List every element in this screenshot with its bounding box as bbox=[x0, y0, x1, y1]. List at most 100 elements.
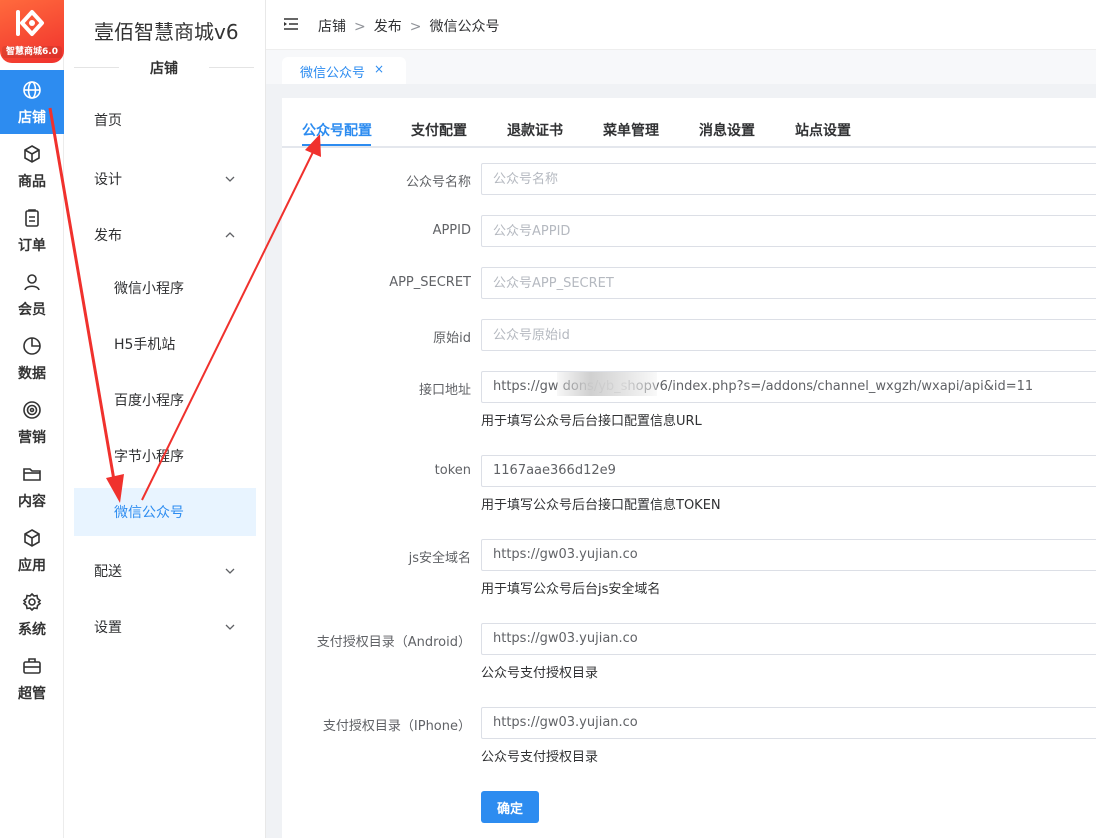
menu-item-label: 设计 bbox=[94, 172, 122, 188]
rail-item-members[interactable]: 会员 bbox=[0, 262, 64, 326]
rail-item-marketing[interactable]: 营销 bbox=[0, 390, 64, 454]
origin-id-label: 原始id bbox=[433, 331, 471, 346]
menu-item-settings[interactable]: 设置 bbox=[74, 603, 256, 651]
rail-item-label: 内容 bbox=[18, 494, 46, 510]
account-name-label: 公众号名称 bbox=[405, 175, 471, 190]
logo-tag: 智慧商城6.0 bbox=[2, 46, 62, 58]
rail-item-label: 系统 bbox=[18, 622, 46, 638]
menu-item-delivery[interactable]: 配送 bbox=[74, 547, 256, 595]
menu-section-header: 店铺 bbox=[74, 56, 254, 80]
menu-item-label: 百度小程序 bbox=[114, 393, 184, 409]
page-tab-wechat-official-account[interactable]: 微信公众号 × bbox=[282, 57, 406, 84]
menu-item-wechat-official-account[interactable]: 微信公众号 bbox=[74, 488, 256, 536]
menu-item-label: 设置 bbox=[94, 620, 122, 636]
pay-android-label: 支付授权目录（Android） bbox=[316, 635, 471, 650]
js-domain-input[interactable]: https://gw03.yujian.co bbox=[481, 539, 1096, 571]
redacted-region bbox=[557, 372, 657, 396]
js-domain-hint: 用于填写公众号后台js安全域名 bbox=[481, 582, 661, 597]
chevron-down-icon bbox=[225, 624, 235, 630]
menu-item-label: 首页 bbox=[94, 113, 122, 129]
rail-item-label: 会员 bbox=[18, 302, 46, 318]
menu-item-publish[interactable]: 发布 bbox=[74, 211, 256, 259]
pay-iphone-label: 支付授权目录（IPhone） bbox=[322, 719, 471, 734]
menu-fold-icon[interactable] bbox=[284, 18, 298, 30]
rail-item-label: 订单 bbox=[18, 238, 46, 254]
breadcrumb-item[interactable]: 发布 bbox=[374, 19, 402, 35]
menu-item-wechat-miniprogram[interactable]: 微信小程序 bbox=[74, 264, 256, 312]
breadcrumb: 店铺 > 发布 > 微信公众号 bbox=[318, 16, 499, 36]
rail-item-orders[interactable]: 订单 bbox=[0, 198, 64, 262]
rail-item-shop[interactable]: 店铺 bbox=[0, 70, 64, 134]
chevron-down-icon bbox=[225, 568, 235, 574]
menu-item-label: 配送 bbox=[94, 564, 122, 580]
rail-item-apps[interactable]: 应用 bbox=[0, 518, 64, 582]
tab-payment-config[interactable]: 支付配置 bbox=[411, 120, 467, 140]
menu-item-design[interactable]: 设计 bbox=[74, 155, 256, 203]
appid-input[interactable] bbox=[481, 215, 1096, 247]
breadcrumb-current: 微信公众号 bbox=[429, 19, 500, 35]
rail-item-data[interactable]: 数据 bbox=[0, 326, 64, 390]
pay-android-input[interactable]: https://gw03.yujian.co bbox=[481, 623, 1096, 655]
menu-section-title: 店铺 bbox=[150, 61, 178, 77]
rail-item-system[interactable]: 系统 bbox=[0, 582, 64, 646]
clipboard-icon bbox=[25, 209, 39, 227]
rail-item-goods[interactable]: 商品 bbox=[0, 134, 64, 198]
api-url-hint: 用于填写公众号后台接口配置信息URL bbox=[481, 414, 702, 429]
token-hint: 用于填写公众号后台接口配置信息TOKEN bbox=[481, 498, 721, 513]
submit-button[interactable]: 确定 bbox=[481, 791, 539, 823]
top-bar: 店铺 > 发布 > 微信公众号 bbox=[266, 0, 1096, 50]
account-name-input[interactable] bbox=[481, 163, 1096, 195]
app-title: 壹佰智慧商城v6 bbox=[94, 20, 239, 44]
page-tab-strip: 微信公众号 × bbox=[266, 50, 1096, 84]
pay-iphone-input[interactable]: https://gw03.yujian.co bbox=[481, 707, 1096, 739]
rail-item-label: 营销 bbox=[18, 430, 46, 446]
breadcrumb-separator: > bbox=[409, 19, 422, 35]
appid-label: APPID bbox=[432, 223, 471, 238]
app-secret-input[interactable] bbox=[481, 267, 1096, 299]
cube-icon bbox=[24, 145, 40, 163]
tab-site-settings[interactable]: 站点设置 bbox=[795, 120, 851, 140]
chevron-down-icon bbox=[225, 176, 235, 182]
rail-item-label: 商品 bbox=[18, 174, 46, 190]
target-icon bbox=[23, 401, 41, 419]
secondary-menu: 壹佰智慧商城v6 店铺 首页 设计 发布 微信小程序 H5手机站 百度小程序 字… bbox=[64, 0, 266, 838]
menu-item-label: 发布 bbox=[94, 228, 122, 244]
app-logo[interactable]: 智慧商城6.0 bbox=[0, 0, 64, 63]
divider bbox=[209, 67, 254, 68]
briefcase-icon bbox=[23, 658, 41, 674]
rail-item-label: 店铺 bbox=[18, 110, 46, 126]
rail-item-superadmin[interactable]: 超管 bbox=[0, 646, 64, 710]
rail-item-content[interactable]: 内容 bbox=[0, 454, 64, 518]
chevron-up-icon bbox=[225, 232, 235, 238]
menu-item-h5-site[interactable]: H5手机站 bbox=[74, 320, 256, 368]
rail-item-label: 超管 bbox=[18, 686, 46, 702]
tab-account-config[interactable]: 公众号配置 bbox=[302, 120, 372, 140]
origin-id-input[interactable] bbox=[481, 319, 1096, 351]
tab-refund-certificate[interactable]: 退款证书 bbox=[507, 120, 563, 140]
menu-item-baidu-miniprogram[interactable]: 百度小程序 bbox=[74, 376, 256, 424]
gear-icon bbox=[22, 592, 42, 612]
icon-rail: 智慧商城6.0 店铺 商品 订单 会员 数据 营销 内容 应用 系统 超管 bbox=[0, 0, 64, 838]
token-input[interactable]: 1167aae366d12e9 bbox=[481, 455, 1096, 487]
token-label: token bbox=[434, 463, 471, 478]
folder-icon bbox=[23, 468, 41, 481]
breadcrumb-item[interactable]: 店铺 bbox=[318, 19, 346, 35]
menu-item-home[interactable]: 首页 bbox=[74, 96, 256, 144]
tab-menu-management[interactable]: 菜单管理 bbox=[603, 120, 659, 140]
menu-item-label: H5手机站 bbox=[114, 337, 176, 353]
globe-icon bbox=[23, 81, 41, 99]
box-icon bbox=[24, 529, 40, 547]
rail-item-label: 应用 bbox=[18, 558, 46, 574]
active-tab-indicator bbox=[302, 144, 371, 146]
logo-mark-icon bbox=[16, 10, 44, 36]
app-secret-label: APP_SECRET bbox=[389, 275, 471, 290]
menu-item-bytedance-miniprogram[interactable]: 字节小程序 bbox=[74, 432, 256, 480]
content-panel: 公众号配置 支付配置 退款证书 菜单管理 消息设置 站点设置 公众号名称 APP… bbox=[282, 98, 1096, 838]
pay-iphone-hint: 公众号支付授权目录 bbox=[481, 750, 599, 765]
tab-message-settings[interactable]: 消息设置 bbox=[699, 120, 755, 140]
api-url-label: 接口地址 bbox=[418, 383, 471, 398]
menu-item-label: 字节小程序 bbox=[114, 449, 184, 465]
close-icon[interactable]: × bbox=[374, 62, 384, 76]
js-domain-label: js安全域名 bbox=[408, 551, 471, 566]
pie-chart-icon bbox=[23, 337, 41, 355]
